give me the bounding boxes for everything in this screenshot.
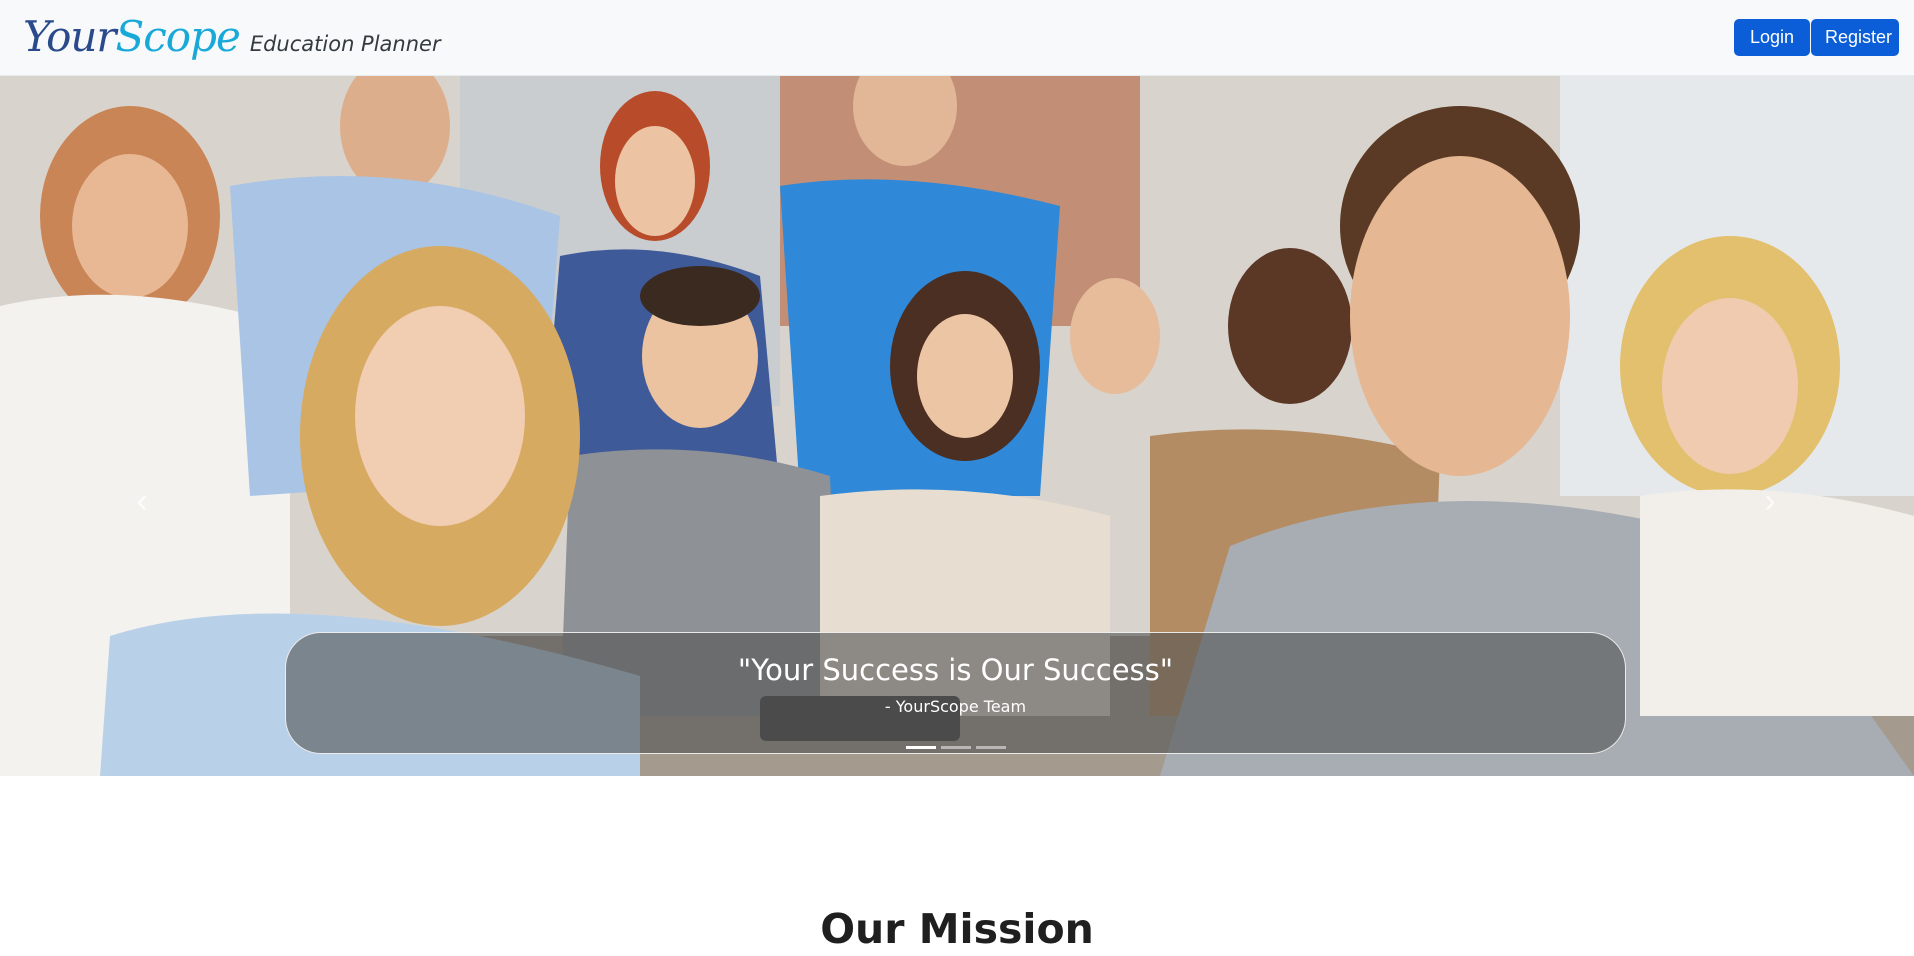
caption-attribution: - YourScope Team — [884, 697, 1027, 716]
carousel-indicator-2[interactable] — [940, 746, 971, 749]
navbar: YourScope Education Planner Login Regist… — [0, 0, 1914, 76]
carousel-next-control[interactable]: › — [1740, 471, 1800, 531]
brand-tagline: Education Planner — [249, 32, 441, 56]
logo[interactable]: YourScope — [23, 12, 241, 61]
carousel-caption: "Your Success is Our Success" - YourScop… — [285, 632, 1626, 754]
carousel-indicator-3[interactable] — [975, 746, 1006, 749]
login-button[interactable]: Login — [1734, 19, 1810, 56]
carousel-indicator-1[interactable] — [905, 746, 936, 749]
register-button[interactable]: Register — [1811, 19, 1899, 56]
logo-scope: Scope — [115, 12, 241, 61]
chevron-left-icon: ‹ — [136, 482, 148, 520]
mission-heading: Our Mission — [820, 905, 1094, 953]
carousel-indicators — [286, 746, 1625, 749]
caption-quote: "Your Success is Our Success" — [737, 653, 1174, 687]
hero-carousel: ‹ › "Your Success is Our Success" - Your… — [0, 76, 1914, 776]
chevron-right-icon: › — [1764, 482, 1776, 520]
carousel-prev-control[interactable]: ‹ — [112, 471, 172, 531]
brand[interactable]: YourScope Education Planner — [23, 12, 441, 61]
logo-your: Your — [23, 12, 116, 61]
